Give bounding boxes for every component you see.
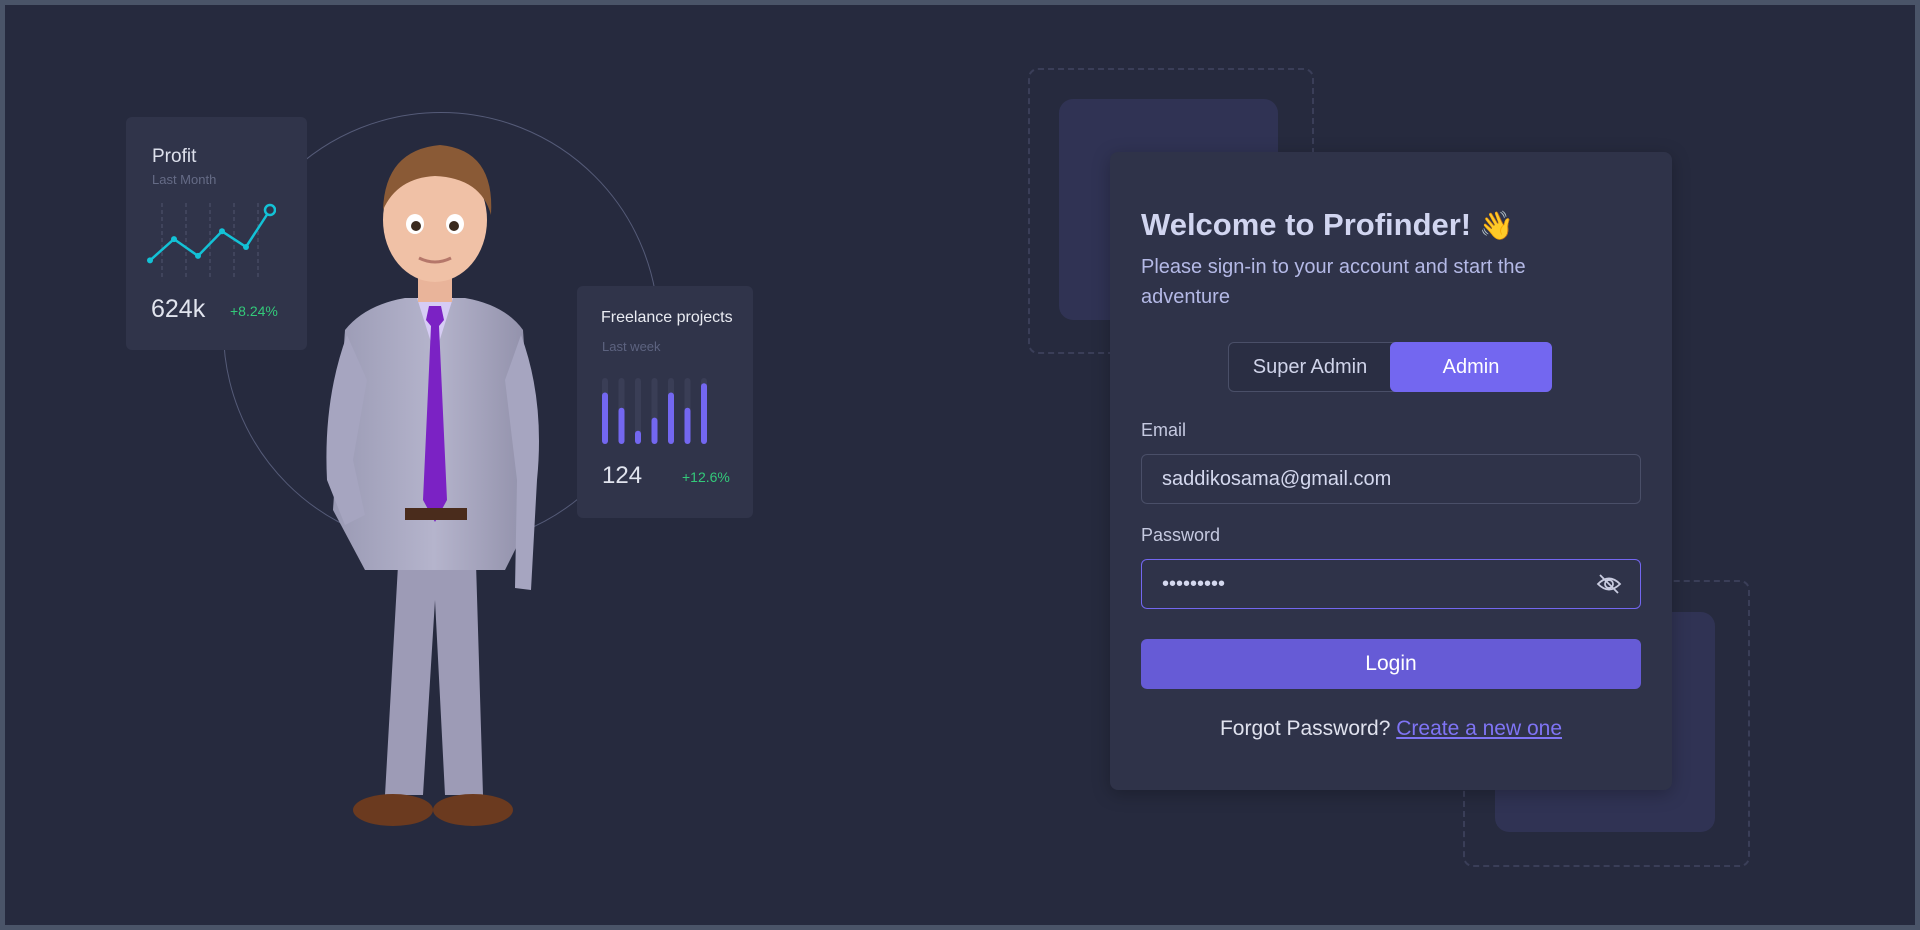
profit-subtitle: Last Month — [152, 172, 217, 187]
freelance-bar-chart — [602, 378, 707, 444]
password-value: ••••••••• — [1162, 573, 1226, 595]
welcome-title: Welcome to Profinder! 👋 — [1141, 207, 1514, 243]
freelance-card: Freelance projects Last week 124 +12.6% — [577, 286, 753, 518]
profit-point — [263, 203, 276, 217]
profit-point — [243, 243, 249, 250]
role-admin-tab[interactable]: Admin — [1390, 342, 1552, 392]
role-switch: Super Admin Admin — [1228, 342, 1552, 392]
create-new-password-link[interactable]: Create a new one — [1396, 717, 1562, 740]
businessman-character-illustration — [326, 145, 539, 826]
profit-card: Profit Last Month 624k +8.24% — [126, 117, 307, 350]
profit-point — [195, 252, 201, 259]
profit-change: +8.24% — [230, 303, 278, 319]
freelance-bar — [602, 392, 608, 444]
login-button[interactable]: Login — [1141, 639, 1641, 689]
freelance-bar — [668, 392, 674, 444]
freelance-change: +12.6% — [682, 469, 730, 485]
email-label: Email — [1141, 420, 1187, 440]
profit-point — [171, 236, 177, 243]
role-super-admin-tab[interactable]: Super Admin — [1229, 342, 1391, 392]
freelance-title: Freelance projects — [601, 309, 733, 326]
welcome-text: Welcome to Profinder! — [1141, 207, 1472, 242]
email-field[interactable]: saddikosama@gmail.com — [1141, 454, 1641, 504]
forgot-password-row: Forgot Password? Create a new one — [1110, 717, 1672, 741]
profit-point — [147, 257, 153, 264]
profit-line-chart — [147, 203, 276, 277]
freelance-subtitle: Last week — [602, 339, 661, 354]
password-field[interactable]: ••••••••• — [1141, 559, 1641, 609]
page-background: Profit Last Month 624k +8.24% Freelance … — [5, 5, 1915, 925]
eye-off-icon[interactable] — [1596, 573, 1622, 595]
login-subtitle: Please sign-in to your account and start… — [1141, 256, 1526, 308]
forgot-text: Forgot Password? — [1219, 717, 1391, 740]
profit-point — [219, 228, 225, 235]
freelance-bar — [618, 407, 625, 444]
freelance-bar — [684, 407, 691, 444]
login-card: Welcome to Profinder! 👋 Please sign-in to… — [1110, 152, 1672, 790]
freelance-bar — [635, 430, 641, 444]
freelance-bar — [701, 383, 707, 444]
profit-value: 624k — [151, 295, 206, 323]
waving-hand-icon: 👋 — [1479, 210, 1515, 241]
password-label: Password — [1141, 525, 1221, 545]
freelance-value: 124 — [602, 462, 643, 489]
freelance-bar — [651, 417, 658, 444]
profit-title: Profit — [152, 146, 197, 167]
